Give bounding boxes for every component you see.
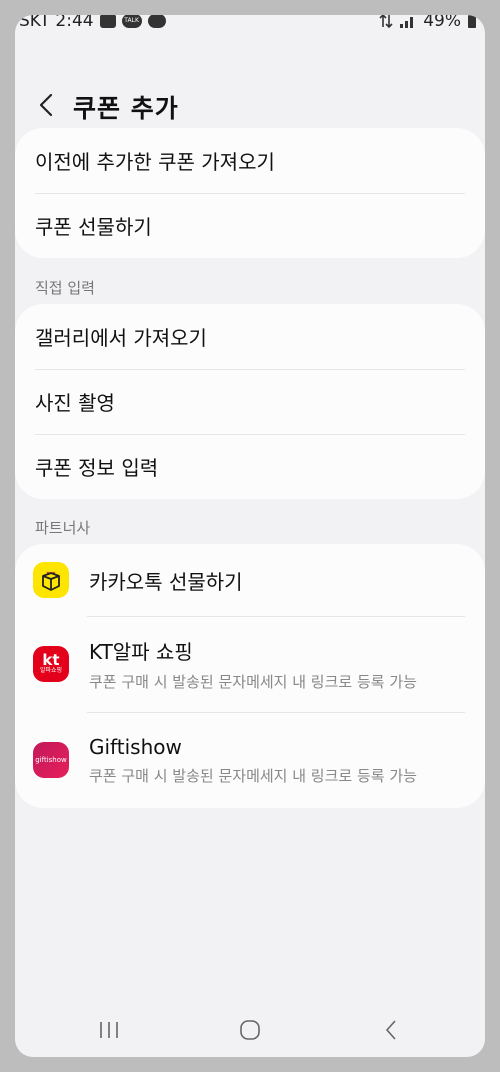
- page-title: 쿠폰 추가: [73, 94, 179, 123]
- partner-name: Giftishow: [89, 734, 182, 759]
- recent-apps-icon: [100, 1022, 118, 1038]
- carrier-time: SKT 2:44: [19, 15, 94, 31]
- direct-input-section-label: 직접 입력: [35, 279, 95, 297]
- giftishow-logo-text: giftishow: [35, 756, 67, 764]
- import-previous-coupons-label: 이전에 추가한 쿠폰 가져오기: [35, 150, 275, 174]
- partner-kakao-gift[interactable]: 카카오톡 선물하기: [15, 544, 485, 616]
- import-options-card: 이전에 추가한 쿠폰 가져오기 쿠폰 선물하기: [15, 128, 485, 258]
- navigation-bar: [15, 1001, 485, 1057]
- partner-kt-alpha[interactable]: kt 알파쇼핑 KT알파 쇼핑 쿠폰 구매 시 발송된 문자메세지 내 링크로 …: [15, 616, 485, 712]
- enter-coupon-info-item[interactable]: 쿠폰 정보 입력: [15, 434, 485, 499]
- recent-apps-button[interactable]: [87, 1015, 131, 1045]
- partner-text: KT알파 쇼핑 쿠폰 구매 시 발송된 문자메세지 내 링크로 등록 가능: [89, 636, 417, 692]
- partner-subtitle: 쿠폰 구매 시 발송된 문자메세지 내 링크로 등록 가능: [89, 673, 417, 691]
- gallery-notification-icon: [99, 15, 116, 28]
- kt-logo-text: kt: [42, 651, 60, 669]
- partners-section-label: 파트너사: [35, 519, 91, 537]
- home-button[interactable]: [228, 1015, 272, 1045]
- chevron-left-icon: [39, 93, 53, 117]
- battery-percent: 49%: [423, 15, 461, 31]
- phone-screen: SKT 2:44 TALK 49% 쿠폰 추가 이전에 추가한 쿠폰 가져오기 …: [15, 15, 485, 1057]
- data-transfer-icon: [379, 15, 393, 28]
- kt-logo-subtext: 알파쇼핑: [39, 667, 63, 674]
- import-from-gallery-label: 갤러리에서 가져오기: [35, 326, 207, 350]
- status-left: SKT 2:44 TALK: [19, 15, 166, 31]
- partner-name: KT알파 쇼핑: [89, 640, 193, 664]
- partner-text: Giftishow 쿠폰 구매 시 발송된 문자메세지 내 링크로 등록 가능: [89, 735, 417, 786]
- kakaotalk-notification-icon: TALK: [121, 15, 142, 28]
- gift-coupon-label: 쿠폰 선물하기: [35, 215, 152, 239]
- partner-giftishow[interactable]: giftishow Giftishow 쿠폰 구매 시 발송된 문자메세지 내 …: [15, 712, 485, 808]
- enter-coupon-info-label: 쿠폰 정보 입력: [35, 456, 159, 480]
- partner-name: 카카오톡 선물하기: [89, 569, 243, 594]
- gift-coupon-item[interactable]: 쿠폰 선물하기: [15, 193, 485, 258]
- giftishow-icon: giftishow: [33, 742, 69, 778]
- signal-icon: [400, 17, 414, 28]
- kt-alpha-icon: kt 알파쇼핑: [33, 646, 69, 682]
- nav-back-button[interactable]: [369, 1015, 413, 1045]
- message-notification-icon: [147, 15, 166, 28]
- status-bar: SKT 2:44 TALK 49%: [15, 15, 485, 37]
- kakao-gift-icon: [33, 562, 69, 598]
- gift-box-icon: [42, 571, 60, 591]
- direct-input-card: 갤러리에서 가져오기 사진 촬영 쿠폰 정보 입력: [15, 304, 485, 499]
- back-icon: [385, 1020, 396, 1040]
- app-header: 쿠폰 추가: [15, 75, 485, 135]
- take-photo-item[interactable]: 사진 촬영: [15, 369, 485, 434]
- take-photo-label: 사진 촬영: [35, 391, 115, 415]
- battery-icon: [468, 15, 476, 28]
- back-button[interactable]: [31, 89, 61, 121]
- home-icon: [240, 1020, 260, 1040]
- import-previous-coupons-item[interactable]: 이전에 추가한 쿠폰 가져오기: [15, 128, 485, 193]
- status-right: 49%: [379, 15, 477, 31]
- partners-card: 카카오톡 선물하기 kt 알파쇼핑 KT알파 쇼핑 쿠폰 구매 시 발송된 문자…: [15, 544, 485, 808]
- partner-subtitle: 쿠폰 구매 시 발송된 문자메세지 내 링크로 등록 가능: [89, 766, 417, 785]
- partner-text: 카카오톡 선물하기: [89, 566, 243, 595]
- import-from-gallery-item[interactable]: 갤러리에서 가져오기: [15, 304, 485, 369]
